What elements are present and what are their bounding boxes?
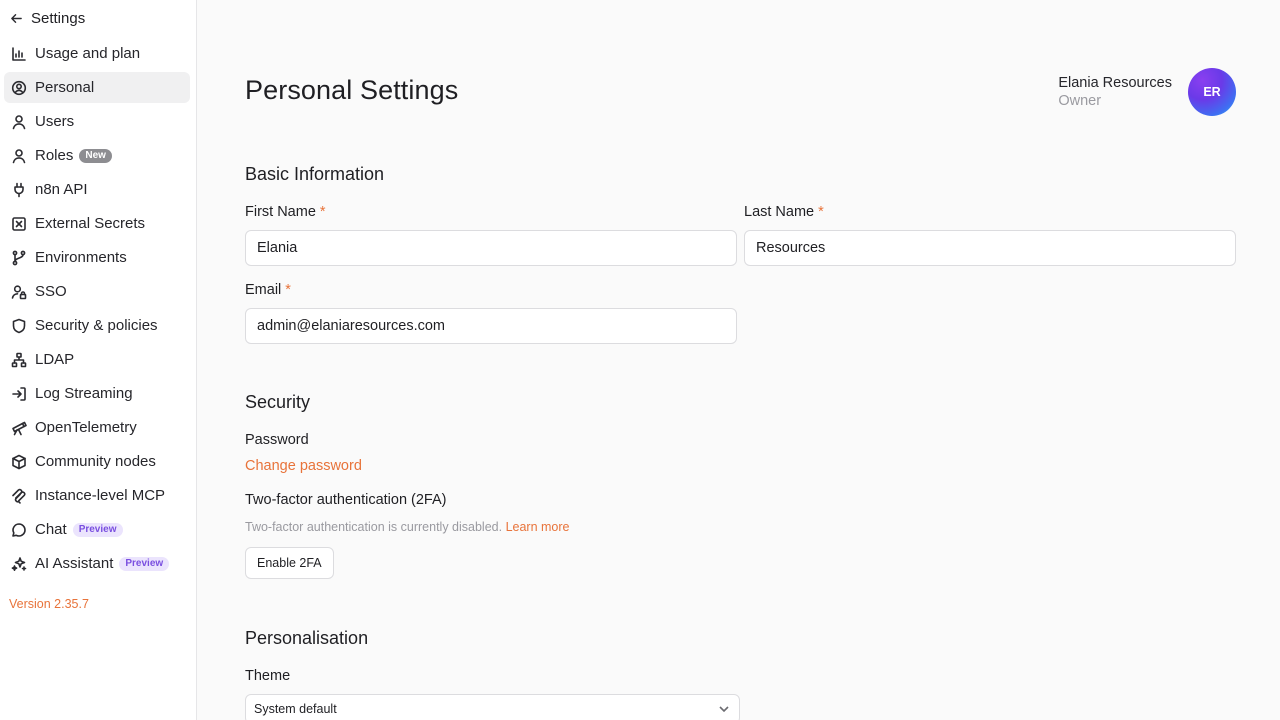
sidebar-item-label: SSO bbox=[35, 283, 67, 300]
preview-badge: Preview bbox=[72, 522, 123, 537]
sidebar-item-roles[interactable]: Roles New bbox=[4, 140, 190, 171]
twofa-status: Two-factor authentication is currently d… bbox=[245, 520, 570, 534]
box-icon bbox=[11, 454, 27, 470]
password-label: Password bbox=[245, 432, 309, 448]
section-title-security: Security bbox=[245, 392, 311, 412]
vault-icon bbox=[11, 216, 27, 232]
theme-select-value: System default bbox=[254, 702, 337, 716]
sidebar-item-label: External Secrets bbox=[35, 215, 146, 232]
sidebar-item-label: Instance-level MCP bbox=[35, 487, 166, 504]
sidebar-item-chat[interactable]: Chat Preview bbox=[4, 514, 190, 545]
sidebar-item-ai-assistant[interactable]: AI Assistant Preview bbox=[4, 548, 190, 579]
sidebar-item-label: Security & policies bbox=[35, 317, 158, 334]
main-content: Personal Settings Elania Resources Owner… bbox=[197, 0, 1280, 720]
sidebar-item-security-policies[interactable]: Security & policies bbox=[4, 310, 190, 341]
section-title-personalisation: Personalisation bbox=[245, 628, 369, 648]
last-name-input[interactable] bbox=[744, 230, 1236, 266]
sidebar-item-label: OpenTelemetry bbox=[35, 419, 137, 436]
back-to-settings[interactable]: Settings bbox=[10, 9, 85, 27]
sidebar-item-environments[interactable]: Environments bbox=[4, 242, 190, 273]
arrow-left-icon bbox=[11, 13, 22, 23]
sidebar-item-label: Roles bbox=[35, 147, 74, 164]
user-lock-icon bbox=[11, 284, 27, 300]
first-name-label-text: First Name bbox=[245, 204, 316, 220]
version-label: Version 2.35.7 bbox=[9, 597, 89, 611]
new-badge: New bbox=[79, 148, 112, 163]
git-branch-icon bbox=[11, 250, 27, 266]
shield-icon bbox=[11, 318, 27, 334]
back-label: Settings bbox=[31, 9, 86, 27]
sidebar-item-opentelemetry[interactable]: OpenTelemetry bbox=[4, 412, 190, 443]
learn-more-link[interactable]: Learn more bbox=[506, 520, 570, 534]
plug-icon bbox=[11, 182, 27, 198]
change-password-link[interactable]: Change password bbox=[245, 458, 362, 474]
last-name-label-text: Last Name bbox=[744, 204, 815, 220]
required-mark: * bbox=[285, 282, 291, 298]
email-input[interactable] bbox=[245, 308, 737, 344]
sidebar-item-personal[interactable]: Personal bbox=[4, 72, 190, 103]
theme-label: Theme bbox=[245, 668, 291, 684]
section-title-basic-information: Basic Information bbox=[245, 164, 385, 184]
log-in-icon bbox=[11, 386, 27, 402]
sidebar-item-label: AI Assistant bbox=[35, 555, 114, 572]
sidebar-item-label: Usage and plan bbox=[35, 45, 141, 62]
twofa-status-text: Two-factor authentication is currently d… bbox=[245, 520, 503, 534]
sidebar-item-log-streaming[interactable]: Log Streaming bbox=[4, 378, 190, 409]
sidebar-nav: Usage and plan Personal Users Roles New … bbox=[4, 38, 190, 582]
enable-2fa-button[interactable]: Enable 2FA bbox=[245, 547, 334, 579]
user-info: Elania Resources Owner ER bbox=[1058, 68, 1236, 116]
page-title: Personal Settings bbox=[245, 75, 459, 105]
required-mark: * bbox=[319, 204, 326, 220]
sidebar-item-n8n-api[interactable]: n8n API bbox=[4, 174, 190, 205]
twofa-label: Two-factor authentication (2FA) bbox=[245, 492, 447, 508]
sidebar-item-label: Environments bbox=[35, 249, 127, 266]
sidebar-item-label: Community nodes bbox=[35, 453, 156, 470]
user-role: Owner bbox=[1058, 93, 1102, 109]
sidebar-item-label: LDAP bbox=[35, 351, 75, 368]
sparkles-icon bbox=[11, 556, 27, 572]
theme-select[interactable]: System default bbox=[245, 694, 740, 720]
user-circle-icon bbox=[11, 80, 27, 96]
last-name-label: Last Name * bbox=[744, 204, 824, 220]
sidebar-item-instance-level-mcp[interactable]: Instance-level MCP bbox=[4, 480, 190, 511]
avatar: ER bbox=[1188, 68, 1236, 116]
sidebar-item-ldap[interactable]: LDAP bbox=[4, 344, 190, 375]
preview-badge: Preview bbox=[119, 556, 170, 571]
network-icon bbox=[11, 352, 27, 368]
sidebar-item-label: Personal bbox=[35, 79, 95, 96]
sidebar-item-label: Log Streaming bbox=[35, 385, 133, 402]
sidebar-item-external-secrets[interactable]: External Secrets bbox=[4, 208, 190, 239]
sidebar-item-sso[interactable]: SSO bbox=[4, 276, 190, 307]
first-name-input[interactable] bbox=[245, 230, 737, 266]
sidebar-item-label: Chat bbox=[35, 521, 67, 538]
sidebar-item-users[interactable]: Users bbox=[4, 106, 190, 137]
sidebar: Settings Usage and plan Personal Users R… bbox=[0, 0, 197, 720]
chat-bubble-icon bbox=[11, 522, 27, 538]
telescope-icon bbox=[11, 420, 27, 436]
sidebar-item-label: n8n API bbox=[35, 181, 88, 198]
user-icon bbox=[11, 148, 27, 164]
email-label-text: Email bbox=[245, 282, 282, 298]
bar-chart-icon bbox=[11, 46, 27, 62]
first-name-label: First Name * bbox=[245, 204, 326, 220]
sidebar-item-community-nodes[interactable]: Community nodes bbox=[4, 446, 190, 477]
sidebar-item-label: Users bbox=[35, 113, 75, 130]
required-mark: * bbox=[818, 204, 824, 220]
chevron-down-icon bbox=[719, 706, 729, 713]
user-name: Elania Resources bbox=[1058, 75, 1172, 91]
user-icon bbox=[11, 114, 27, 130]
sidebar-item-usage-and-plan[interactable]: Usage and plan bbox=[4, 38, 190, 69]
mcp-icon bbox=[11, 488, 27, 504]
email-label: Email * bbox=[245, 282, 291, 298]
